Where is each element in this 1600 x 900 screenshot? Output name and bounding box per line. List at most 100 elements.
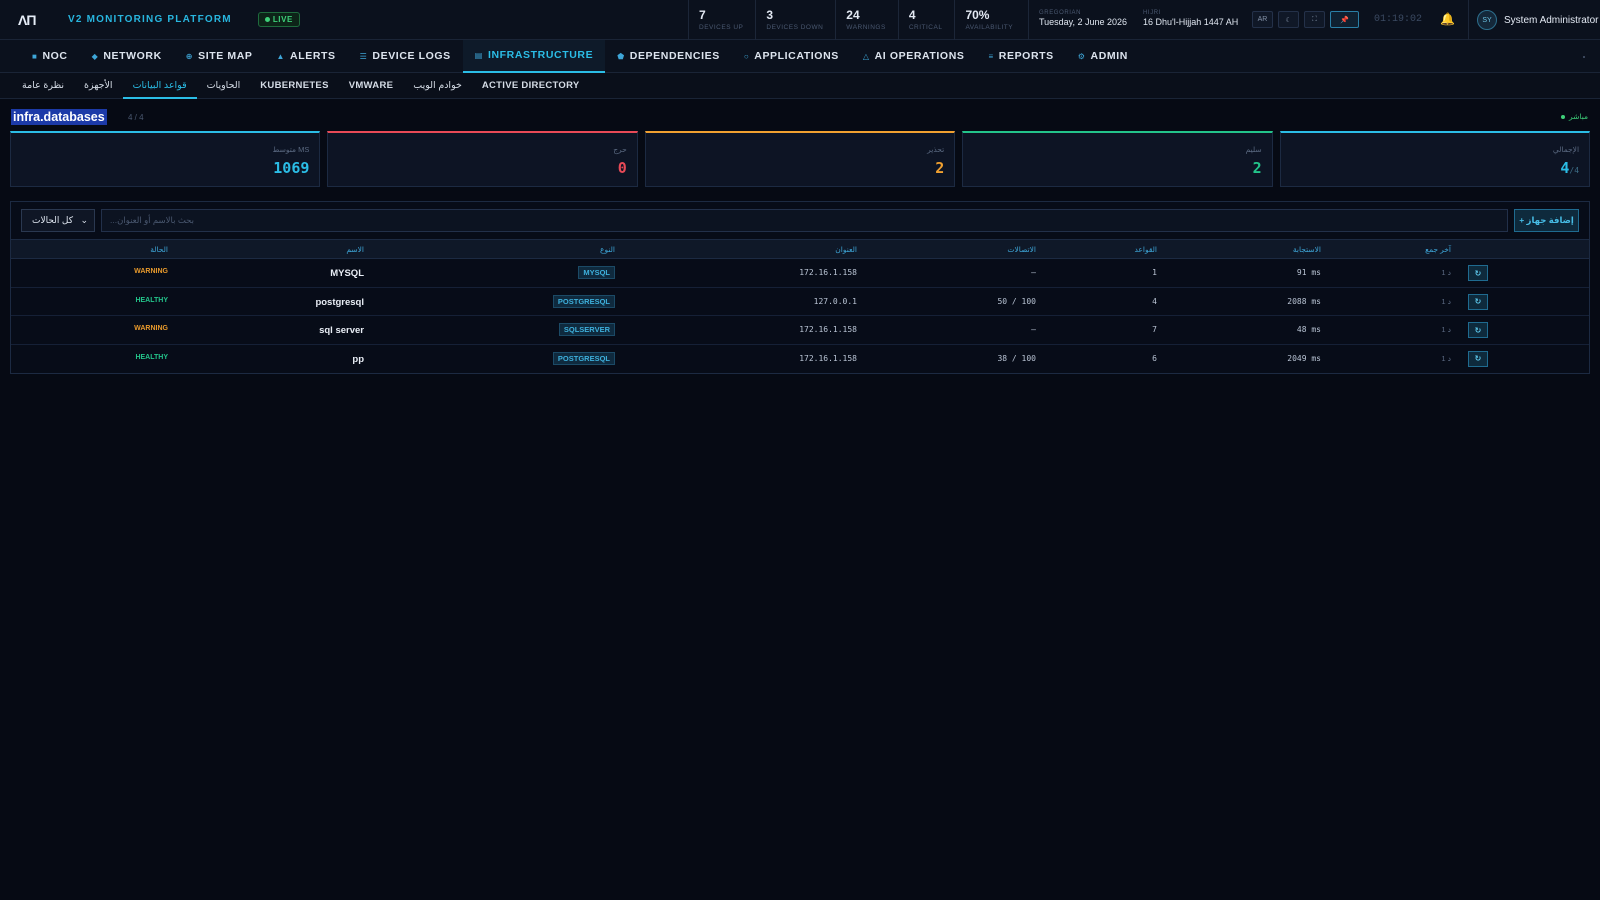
table-body: WARNING MYSQL MYSQL 172.16.1.158 — 1 91 … [11,259,1589,373]
gear-icon: ⚙ [1077,51,1086,61]
nav-item-device-logs[interactable]: ☰ DEVICE LOGS [348,40,463,73]
stat-value: 3 [766,8,774,22]
nav-label: NETWORK [103,50,162,62]
pin-icon[interactable]: 📌 [1330,11,1359,28]
db-response: 91 ms [1296,268,1321,277]
stat-value: 7 [699,8,706,22]
search-input[interactable]: ...بحث بالاسم أو العنوان [101,209,1508,232]
stat-devices-down[interactable]: 3 DEVICES DOWN [755,0,835,40]
db-connections: — [1031,325,1036,334]
refresh-icon[interactable]: ↻ [1468,265,1488,281]
tab-overview[interactable]: نظرة عامة [12,73,74,99]
infrastructure-icon: ▤ [474,50,483,60]
column-header-connections[interactable]: الاتصالات [1007,245,1036,254]
db-name: pp [352,353,364,365]
card-total: الإجمالي 4/4 [1279,131,1591,187]
nav-item-infrastructure[interactable]: ▤ INFRASTRUCTURE [462,39,606,73]
nav-item-admin[interactable]: ⚙ ADMIN [1066,40,1140,73]
status-filter-select[interactable]: كل الحالات ⌄ [21,209,95,232]
table-row[interactable]: WARNING MYSQL MYSQL 172.16.1.158 — 1 91 … [11,259,1589,288]
table-row[interactable]: WARNING sql server SQLSERVER 172.16.1.15… [11,316,1589,345]
card-value: 4/4 [1560,159,1579,177]
refresh-icon[interactable]: ↻ [1468,293,1488,310]
hijri-label: HIJRI [1143,10,1161,16]
live-indicator: مباشر [1561,112,1588,121]
column-header-databases[interactable]: القواعد [1134,245,1157,254]
stat-availability[interactable]: 70% AVAILABILITY [954,0,1025,40]
tab-web-servers[interactable]: خوادم الويب [403,73,472,99]
nav-item-ai-operations[interactable]: △ AI OPERATIONS [851,40,977,73]
stat-value: 24 [846,8,860,22]
card-number: 2 [935,159,945,177]
app-logo[interactable]: ΛΠ [18,12,50,28]
column-header-status[interactable]: الحالة [150,245,168,254]
nav-item-reports[interactable]: ≡ REPORTS [977,40,1066,73]
tab-kubernetes[interactable]: KUBERNETES [250,73,338,99]
card-label: متوسط MS [272,145,310,154]
ai-operations-icon: △ [862,51,870,61]
db-name: postgresql [315,296,364,308]
column-header-type[interactable]: النوع [600,245,615,254]
stat-label: CRITICAL [908,24,943,31]
refresh-icon[interactable]: ↻ [1468,350,1488,367]
nav-item-applications[interactable]: ○ APPLICATIONS [732,40,851,73]
nav-label: ADMIN [1090,50,1128,62]
column-header-name[interactable]: الاسم [346,245,364,254]
db-connections: — [1031,268,1036,277]
card-value: 2 [935,159,944,177]
table-toolbar: كل الحالات ⌄ ...بحث بالاسم أو العنوان + إ… [11,202,1589,239]
nav-dot [1583,56,1585,58]
nav-item-dependencies[interactable]: ⬟ DEPENDENCIES [605,40,732,73]
table-row[interactable]: HEALTHY pp POSTGRESQL 172.16.1.158 38 / … [11,345,1589,374]
tab-active-directory[interactable]: ACTIVE DIRECTORY [472,73,590,99]
card-critical: حرج 0 [327,131,638,187]
nav-label: REPORTS [998,50,1054,62]
summary-cards: متوسط MS 1069 حرج 0 تحذير 2 سليم 2 الإجمالي 4… [0,131,1600,187]
fullscreen-icon[interactable]: ⛶ [1304,11,1325,28]
db-type-badge: MYSQL [578,266,615,279]
db-name: MYSQL [330,268,364,279]
db-address: 172.16.1.158 [799,353,857,363]
db-type-badge: SQLSERVER [558,323,615,336]
gregorian-value: Tuesday, 2 June 2026 [1039,17,1128,27]
chevron-down-icon: ⌄ [80,215,88,225]
user-name: System Administrator [1504,14,1599,26]
nav-item-network[interactable]: ◆ NETWORK [80,40,174,73]
db-count: 7 [1152,325,1157,334]
network-icon: ◆ [91,51,99,61]
tab-devices[interactable]: الأجهزة [74,73,123,99]
card-label: الإجمالي [1552,145,1580,154]
tab-containers[interactable]: الحاويات [197,73,251,99]
nav-item-noc[interactable]: ■ NOC [20,40,80,73]
nav-item-alerts[interactable]: ▲ ALERTS [265,40,348,73]
page-count: 4 / 4 [128,113,144,122]
column-header-last-collected[interactable]: آخر جمع [1425,245,1451,254]
refresh-icon[interactable]: ↻ [1468,322,1488,338]
card-sub: /4 [1569,166,1580,175]
table-row[interactable]: HEALTHY postgresql POSTGRESQL 127.0.0.1 … [11,288,1589,316]
column-header-response[interactable]: الاستجابة [1293,245,1321,254]
card-number: 1069 [273,159,310,177]
tab-vmware[interactable]: VMWARE [339,73,404,99]
status-badge: WARNING [134,268,168,275]
nav-item-site-map[interactable]: ⊕ SITE MAP [174,40,265,73]
live-dot-icon [264,17,270,23]
add-device-button[interactable]: + إضافة جهاز [1514,209,1579,232]
db-last-collected: 1 د [1441,296,1451,306]
user-menu[interactable]: SY System Administrator [1468,0,1598,40]
stat-devices-up[interactable]: 7 DEVICES UP [688,0,755,40]
nav-label: NOC [42,50,68,62]
stat-label: WARNINGS [846,24,886,31]
nav-label: AI OPERATIONS [874,50,965,62]
bell-icon[interactable]: 🔔 [1440,12,1455,26]
tab-databases[interactable]: قواعد البيانات [122,73,197,99]
stat-warnings[interactable]: 24 WARNINGS [835,0,898,40]
column-header-address[interactable]: العنوان [835,245,857,254]
db-last-collected: 1 د [1441,353,1451,363]
alert-triangle-icon: ▲ [276,51,286,61]
databases-panel: كل الحالات ⌄ ...بحث بالاسم أو العنوان + إ… [10,201,1590,374]
stat-critical[interactable]: 4 CRITICAL [897,0,955,40]
language-button[interactable]: AR [1252,11,1273,28]
noc-icon: ■ [32,51,38,61]
moon-icon[interactable]: ☾ [1278,11,1299,28]
